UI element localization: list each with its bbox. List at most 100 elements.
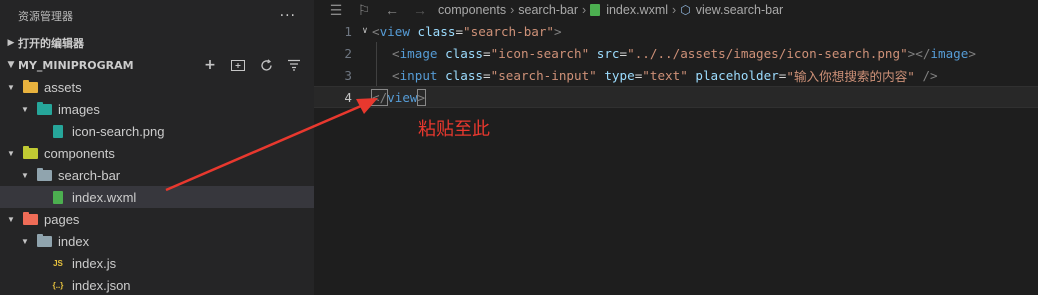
- code-token: src: [589, 45, 620, 61]
- code-token: <: [372, 23, 380, 39]
- chevron-down-icon: ▼: [21, 170, 29, 180]
- chevron-right-icon: ▶: [7, 38, 15, 48]
- tree-folder[interactable]: ▼ pages: [0, 208, 314, 230]
- code-token: =: [455, 23, 464, 39]
- chevron-right-icon: ›: [582, 3, 587, 17]
- new-folder-icon[interactable]: [230, 57, 246, 73]
- chevron-down-icon: ▼: [7, 82, 15, 92]
- breadcrumb-file[interactable]: index.wxml: [606, 3, 668, 17]
- folder-icon: [22, 79, 38, 94]
- tree-folder[interactable]: ▼ search-bar: [0, 164, 314, 186]
- explorer-header: 资源管理器 ···: [0, 0, 314, 32]
- line-number: 3: [344, 67, 352, 83]
- tree-item-label: components: [44, 145, 115, 161]
- chevron-right-icon: ›: [510, 3, 515, 17]
- code-token: "icon-search": [490, 45, 590, 61]
- explorer-title: 资源管理器: [18, 10, 73, 23]
- annotation-text: 粘贴至此: [418, 119, 490, 140]
- code-token: image: [399, 45, 438, 61]
- tree-item-label: assets: [44, 79, 82, 95]
- code-token: view: [387, 89, 418, 105]
- code-token: >: [968, 45, 976, 61]
- code-token: </: [370, 88, 389, 106]
- fold-chevron-icon[interactable]: ∨: [358, 26, 372, 36]
- open-editors-section[interactable]: ▶ 打开的编辑器: [0, 32, 314, 54]
- tree-folder[interactable]: ▼ components: [0, 142, 314, 164]
- folder-icon: [36, 167, 52, 182]
- code-token: "../../assets/images/icon-search.png": [627, 45, 908, 61]
- image-file-icon: [50, 124, 66, 138]
- tree-folder[interactable]: ▼ assets: [0, 76, 314, 98]
- line-number: 4: [344, 89, 352, 105]
- json-file-icon: {..}: [52, 280, 64, 290]
- tree-item-label: pages: [44, 211, 80, 227]
- new-file-icon[interactable]: +: [202, 57, 218, 73]
- js-file-icon: JS: [53, 258, 63, 268]
- breadcrumb-components[interactable]: components: [438, 3, 506, 17]
- tree-folder[interactable]: ▼ images: [0, 98, 314, 120]
- folder-icon: [22, 211, 38, 226]
- explorer-sidebar: 资源管理器 ··· ▶ 打开的编辑器 ▼ MY_MINIPROGRAM + ▼ a…: [0, 0, 314, 295]
- breadcrumb-symbol[interactable]: view.search-bar: [696, 3, 784, 17]
- indent-guide: [376, 42, 392, 64]
- more-actions-icon[interactable]: ···: [280, 8, 296, 24]
- code-token: image: [930, 45, 969, 61]
- open-editors-label: 打开的编辑器: [18, 37, 84, 50]
- code-token: "输入你想搜索的内容": [786, 68, 915, 84]
- folder-icon: [36, 233, 52, 248]
- code-token: type: [596, 67, 635, 83]
- code-token: =: [483, 45, 491, 61]
- tree-file[interactable]: icon-search.png: [0, 120, 314, 142]
- code-token: <: [392, 67, 400, 83]
- tree-item-label: search-bar: [58, 167, 121, 183]
- back-arrow-icon[interactable]: ←: [382, 2, 402, 18]
- refresh-icon[interactable]: [258, 57, 274, 73]
- code-token: ></: [907, 45, 931, 61]
- code-line[interactable]: 4 </view >: [314, 86, 1038, 108]
- chevron-down-icon: ▼: [7, 148, 15, 158]
- code-token: view: [379, 23, 410, 39]
- tree-item-label: index: [58, 233, 90, 249]
- code-token: =: [778, 67, 787, 83]
- line-number: 1: [344, 23, 352, 39]
- tree-item-label: index.js: [72, 255, 117, 271]
- tree-folder[interactable]: ▼ index: [0, 230, 314, 252]
- code-token: />: [914, 67, 938, 83]
- code-token: =: [483, 67, 491, 83]
- folder-icon: [36, 101, 52, 116]
- wxml-file-icon: [590, 4, 601, 16]
- code-line[interactable]: 1 ∨ < view class = "search-bar" >: [314, 20, 1038, 42]
- code-line[interactable]: 2 < image class = "icon-search" src = "../../a…: [314, 42, 1038, 64]
- tree-file[interactable]: {..} index.json: [0, 274, 314, 295]
- breadcrumb: ☰ ⚐ ← → components › search-bar › index.…: [314, 0, 1038, 20]
- chevron-down-icon: ▼: [21, 104, 29, 114]
- code-token: input: [399, 67, 438, 83]
- line-number: 2: [344, 45, 352, 61]
- cube-icon: ⬡: [680, 3, 691, 17]
- bookmark-icon[interactable]: ⚐: [354, 2, 374, 19]
- list-icon[interactable]: ☰: [326, 2, 346, 19]
- chevron-down-icon: ▼: [7, 214, 15, 224]
- tree-item-label: icon-search.png: [72, 123, 165, 139]
- code-editor[interactable]: 1 ∨ < view class = "search-bar" >2 < image class…: [314, 20, 1038, 108]
- tree-item-label: images: [58, 101, 100, 117]
- tree-file[interactable]: JS index.js: [0, 252, 314, 274]
- project-section[interactable]: ▼ MY_MINIPROGRAM +: [0, 54, 314, 76]
- code-token: class: [437, 67, 484, 83]
- code-token: "search-input": [490, 67, 597, 83]
- breadcrumb-search-bar[interactable]: search-bar: [518, 3, 578, 17]
- code-token: =: [634, 67, 643, 83]
- code-token: >: [416, 88, 427, 106]
- forward-arrow-icon[interactable]: →: [410, 2, 430, 18]
- code-token: class: [437, 45, 484, 61]
- code-token: "search-bar": [463, 23, 555, 39]
- indent-guide: [376, 64, 392, 86]
- collapse-all-icon[interactable]: [286, 57, 302, 73]
- tree-file[interactable]: index.wxml: [0, 186, 314, 208]
- editor-pane: ☰ ⚐ ← → components › search-bar › index.…: [314, 0, 1038, 295]
- code-line[interactable]: 3 < input class = "search-input" type = "text"…: [314, 64, 1038, 86]
- project-label: MY_MINIPROGRAM: [18, 58, 134, 72]
- code-token: >: [554, 23, 562, 39]
- chevron-down-icon: ▼: [7, 60, 15, 70]
- folder-icon: [22, 145, 38, 160]
